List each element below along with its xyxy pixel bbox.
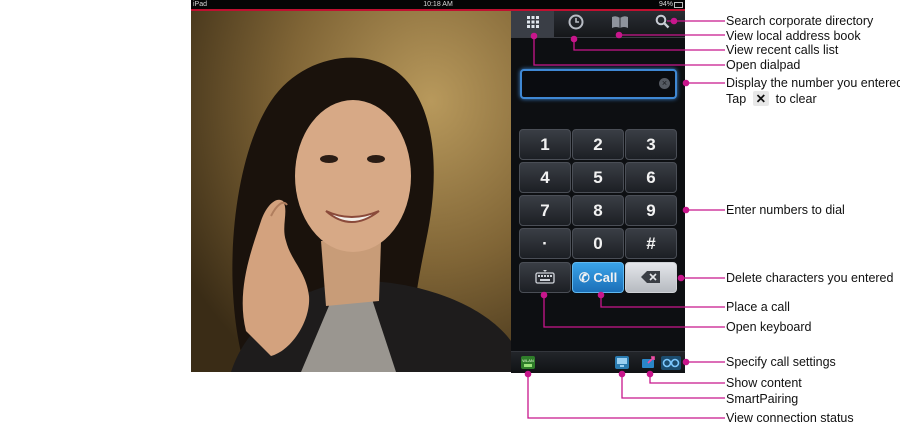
tap-clear-prefix: Tap	[726, 92, 747, 106]
label-tap-clear: Tap ✕ to clear	[726, 91, 817, 106]
label-open-dialpad: Open dialpad	[726, 58, 801, 72]
annotated-screenshot: iPad 10:18 AM 94% × 1 2 3 4 5 6 7 8 9 · …	[0, 0, 900, 440]
label-place-call: Place a call	[726, 300, 790, 314]
label-show-content: Show content	[726, 376, 802, 390]
label-delete-chars: Delete characters you entered	[726, 271, 894, 285]
label-smartpairing: SmartPairing	[726, 392, 799, 406]
label-display-number: Display the number you entered	[726, 76, 900, 90]
tap-clear-suffix: to clear	[775, 92, 817, 106]
label-enter-numbers: Enter numbers to dial	[726, 203, 845, 217]
label-open-keyboard: Open keyboard	[726, 320, 812, 334]
label-connection-status: View connection status	[726, 411, 854, 425]
label-address-book: View local address book	[726, 29, 861, 43]
label-recent-calls: View recent calls list	[726, 43, 839, 57]
label-search-directory: Search corporate directory	[726, 14, 874, 28]
label-call-settings: Specify call settings	[726, 355, 836, 369]
clear-x-icon: ✕	[752, 91, 770, 106]
